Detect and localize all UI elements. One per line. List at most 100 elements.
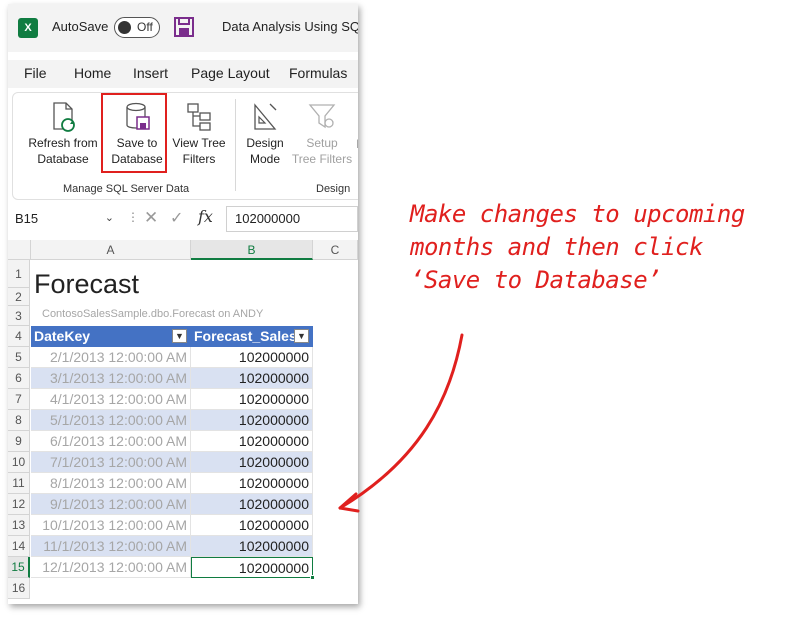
- row-header[interactable]: 14: [8, 536, 30, 557]
- cell-forecast-sales-selected[interactable]: 102000000: [191, 557, 313, 578]
- column-header-c[interactable]: C: [313, 240, 358, 260]
- row-header[interactable]: 8: [8, 410, 30, 431]
- excel-logo-icon: X: [18, 18, 38, 38]
- design-label-1: Design: [246, 136, 284, 150]
- title-bar: X AutoSave Off Data Analysis Using SQL: [8, 4, 358, 52]
- menu-bar: File Home Insert Page Layout Formulas: [8, 60, 358, 88]
- funnel-gear-icon: [308, 104, 336, 129]
- partial-ribbon-label: D: [355, 136, 358, 152]
- row-header[interactable]: 7: [8, 389, 30, 410]
- document-title: Data Analysis Using SQL: [222, 19, 358, 34]
- annotation-line-2: months and then click: [410, 233, 703, 261]
- column-header-b[interactable]: B: [191, 240, 313, 260]
- worksheet-grid: A B C 12341/1/2013 12:00:00 AM1020000005…: [8, 240, 358, 604]
- cell-datekey[interactable]: 11/1/2013 12:00:00 AM: [31, 536, 191, 557]
- cell-datekey[interactable]: 12/1/2013 12:00:00 AM: [31, 557, 191, 578]
- cell-forecast-sales[interactable]: 102000000: [191, 515, 313, 536]
- cell-forecast-sales[interactable]: 102000000: [191, 452, 313, 473]
- formula-input[interactable]: 102000000: [226, 206, 358, 232]
- cell-forecast-sales[interactable]: 102000000: [191, 410, 313, 431]
- refresh-label-2: Database: [37, 152, 89, 166]
- ribbon-separator: [235, 99, 236, 191]
- row-header[interactable]: 1: [8, 260, 30, 288]
- setup-tree-filters-button[interactable]: Setup Tree Filters: [289, 101, 355, 167]
- sheet-title: Forecast: [34, 269, 140, 299]
- cell-forecast-sales[interactable]: 102000000: [191, 494, 313, 515]
- toggle-knob: [118, 21, 131, 34]
- cell-datekey[interactable]: 10/1/2013 12:00:00 AM: [31, 515, 191, 536]
- menu-home[interactable]: Home: [74, 65, 111, 81]
- annotation-callout: Make changes to upcoming months and then…: [410, 198, 795, 297]
- design-mode-button[interactable]: Design Mode: [241, 101, 289, 167]
- row-header[interactable]: 4: [8, 326, 30, 347]
- ribbon: Refresh from Database Save to Database V…: [12, 92, 358, 200]
- cell-forecast-sales[interactable]: 102000000: [191, 368, 313, 389]
- row-header[interactable]: 15: [8, 557, 30, 578]
- column-header-a[interactable]: A: [31, 240, 191, 260]
- menu-file[interactable]: File: [24, 65, 47, 81]
- tree-icon: [187, 103, 211, 131]
- chevron-down-icon[interactable]: ⌄: [105, 211, 114, 224]
- cell-forecast-sales[interactable]: 102000000: [191, 536, 313, 557]
- row-header[interactable]: 5: [8, 347, 30, 368]
- cell-forecast-sales[interactable]: 102000000: [191, 473, 313, 494]
- design-label-2: Mode: [249, 152, 281, 166]
- header-datekey-label: DateKey: [34, 328, 91, 344]
- cell-datekey[interactable]: 2/1/2013 12:00:00 AM: [31, 347, 191, 368]
- row-header[interactable]: 3: [8, 306, 30, 326]
- menu-formulas[interactable]: Formulas: [289, 65, 347, 81]
- refresh-icon: [53, 102, 75, 132]
- cell-datekey[interactable]: 8/1/2013 12:00:00 AM: [31, 473, 191, 494]
- cell-datekey[interactable]: 4/1/2013 12:00:00 AM: [31, 389, 191, 410]
- view-label-1: View Tree: [172, 136, 226, 150]
- cell-datekey[interactable]: 3/1/2013 12:00:00 AM: [31, 368, 191, 389]
- view-tree-filters-button[interactable]: View Tree Filters: [169, 101, 229, 167]
- cell-forecast-sales[interactable]: 102000000: [191, 347, 313, 368]
- save-button-highlight: [101, 93, 167, 173]
- refresh-label-1: Refresh from: [28, 136, 98, 150]
- filter-dropdown-icon[interactable]: ▼: [172, 329, 187, 343]
- row-header[interactable]: 10: [8, 452, 30, 473]
- row-header[interactable]: 6: [8, 368, 30, 389]
- name-box-value: B15: [15, 211, 39, 226]
- cancel-icon[interactable]: ✕: [144, 208, 158, 228]
- annotation-line-3: ‘Save to Database’: [410, 266, 662, 294]
- annotation-line-1: Make changes to upcoming: [410, 200, 745, 228]
- cell-forecast-sales[interactable]: 102000000: [191, 389, 313, 410]
- cell-forecast-sales[interactable]: 102000000: [191, 431, 313, 452]
- enter-check-icon[interactable]: ✓: [170, 208, 183, 228]
- row-header[interactable]: 9: [8, 431, 30, 452]
- insert-function-icon[interactable]: fx: [198, 207, 213, 226]
- row-header[interactable]: 12: [8, 494, 30, 515]
- select-all-corner[interactable]: [8, 240, 31, 260]
- row-header[interactable]: 13: [8, 515, 30, 536]
- save-icon[interactable]: [173, 16, 195, 38]
- name-box[interactable]: B15 ⌄: [12, 208, 120, 232]
- refresh-from-database-button[interactable]: Refresh from Database: [23, 101, 103, 167]
- group-label-manage-sql: Manage SQL Server Data: [63, 183, 190, 195]
- menu-page-layout[interactable]: Page Layout: [191, 65, 270, 81]
- autosave-state: Off: [137, 20, 153, 34]
- formula-bar: B15 ⌄ ⋮ ✕ ✓ fx 102000000: [8, 202, 358, 238]
- autosave-label: AutoSave: [52, 19, 109, 34]
- view-label-2: Filters: [182, 152, 216, 166]
- more-options-icon[interactable]: ⋮: [127, 210, 139, 224]
- sheet-subtitle: ContosoSalesSample.dbo.Forecast on ANDY: [42, 308, 264, 320]
- row-header[interactable]: 11: [8, 473, 30, 494]
- fill-handle[interactable]: [310, 575, 315, 580]
- row-header[interactable]: 2: [8, 288, 30, 306]
- cell-datekey[interactable]: 9/1/2013 12:00:00 AM: [31, 494, 191, 515]
- setup-label-1: Setup: [306, 136, 338, 150]
- group-label-design: Design: [316, 183, 351, 195]
- header-forecast-sales-label: Forecast_Sales: [194, 328, 297, 344]
- row-header[interactable]: 16: [8, 578, 30, 599]
- cell-datekey[interactable]: 5/1/2013 12:00:00 AM: [31, 410, 191, 431]
- filter-dropdown-icon[interactable]: ▼: [294, 329, 309, 343]
- autosave-toggle[interactable]: Off: [114, 17, 160, 38]
- cell-datekey[interactable]: 6/1/2013 12:00:00 AM: [31, 431, 191, 452]
- design-ruler-icon: [254, 103, 277, 130]
- table-header-forecast-sales[interactable]: Forecast_Sales ▼: [191, 326, 313, 347]
- cell-datekey[interactable]: 7/1/2013 12:00:00 AM: [31, 452, 191, 473]
- table-header-datekey[interactable]: DateKey ▼: [31, 326, 191, 347]
- menu-insert[interactable]: Insert: [133, 65, 168, 81]
